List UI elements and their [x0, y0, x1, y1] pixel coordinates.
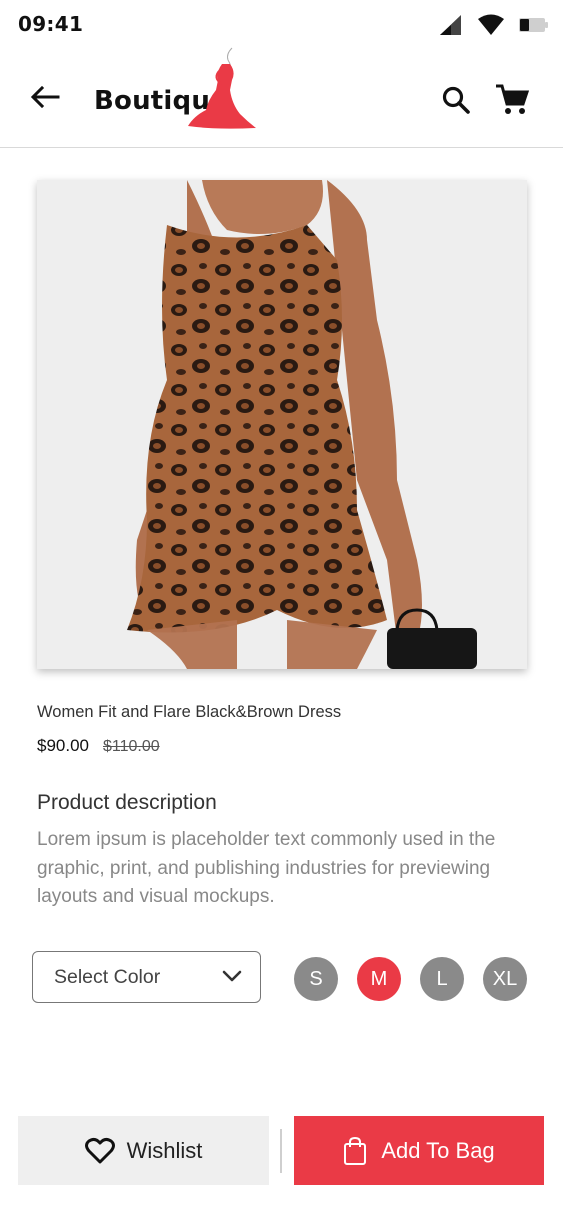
- back-button[interactable]: [28, 80, 62, 114]
- heart-icon: [84, 1137, 115, 1163]
- add-to-bag-label: Add To Bag: [381, 1137, 495, 1163]
- leopard-print-dress-photo: [37, 180, 527, 669]
- current-price: $90.00: [37, 736, 89, 755]
- bottom-action-bar: Wishlist Add To Bag: [0, 1115, 563, 1187]
- description-title: Product description: [37, 791, 217, 814]
- arrow-back-icon: [30, 86, 60, 108]
- status-time: 09:41: [18, 12, 84, 36]
- signal-icon: [440, 15, 461, 35]
- price-row: $90.00 $110.00: [37, 736, 160, 756]
- old-price: $110.00: [103, 738, 160, 755]
- wifi-icon: [478, 14, 504, 35]
- color-select[interactable]: Select Color: [32, 951, 261, 1003]
- action-divider: [280, 1129, 282, 1173]
- wishlist-button[interactable]: Wishlist: [18, 1116, 269, 1185]
- cart-button[interactable]: [493, 82, 531, 118]
- status-bar: 09:41: [0, 0, 563, 50]
- size-chip-xl[interactable]: XL: [483, 957, 527, 1001]
- size-chip-m[interactable]: M: [357, 957, 401, 1001]
- app-bar: Boutique: [0, 47, 563, 148]
- color-select-label: Select Color: [54, 965, 161, 988]
- size-chip-s[interactable]: S: [294, 957, 338, 1001]
- description-text: Lorem ipsum is placeholder text commonly…: [37, 829, 496, 907]
- battery-icon: [519, 18, 548, 32]
- status-icons: [439, 14, 549, 36]
- product-name: Women Fit and Flare Black&Brown Dress: [37, 703, 342, 721]
- chevron-down-icon: [222, 970, 242, 982]
- product-image[interactable]: [37, 180, 527, 669]
- brand: Boutique: [94, 47, 256, 130]
- search-button[interactable]: [438, 82, 474, 118]
- shopping-bag-icon: [344, 1136, 367, 1165]
- size-chip-l[interactable]: L: [420, 957, 464, 1001]
- cart-icon: [496, 84, 529, 114]
- wishlist-label: Wishlist: [126, 1137, 203, 1163]
- red-dress-logo: [188, 47, 256, 129]
- search-icon: [442, 86, 470, 114]
- add-to-bag-button[interactable]: Add To Bag: [294, 1116, 544, 1185]
